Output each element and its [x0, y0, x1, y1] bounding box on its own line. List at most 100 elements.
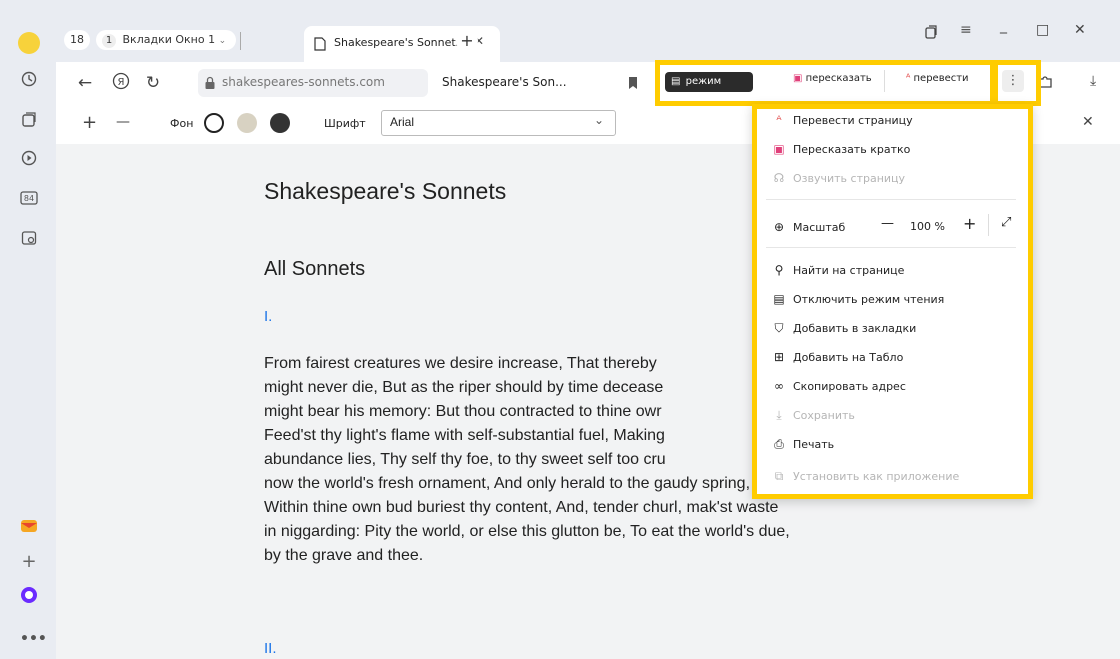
background-label: Фон: [170, 117, 194, 130]
bookmark-icon: ⛉: [774, 321, 784, 335]
background-dark-option[interactable]: [270, 113, 290, 133]
tab-divider: [240, 32, 241, 50]
alice-icon[interactable]: [20, 586, 38, 604]
paragraph-line: Within thine own bud buriest thy content…: [264, 499, 779, 516]
install-app-icon: ⧉: [774, 469, 784, 483]
zoom-value: 100 %: [910, 220, 945, 233]
menu-item-label: Масштаб: [793, 221, 846, 234]
reload-button[interactable]: ↻: [142, 72, 164, 94]
zoom-out-button[interactable]: —: [881, 216, 894, 231]
print-icon: ⎙: [774, 437, 784, 451]
chevron-down-icon: ⌄: [218, 36, 227, 46]
menu-separator: [766, 247, 1016, 248]
collections-icon[interactable]: [20, 112, 38, 130]
new-tab-button[interactable]: +: [456, 30, 478, 52]
menu-item-read-aloud[interactable]: ☊ Озвучить страницу: [772, 169, 905, 187]
reading-mode-icon: ▤: [773, 292, 785, 306]
zoom-divider: [988, 214, 989, 236]
menu-item-label: Установить как приложение: [793, 470, 960, 483]
menu-item-label: Перевести страницу: [793, 114, 913, 127]
menu-item-label: Добавить в закладки: [793, 322, 917, 335]
screenshot-icon[interactable]: [20, 230, 38, 248]
translate-icon: ᴬ: [776, 113, 782, 127]
zoom-in-button[interactable]: +: [963, 214, 976, 233]
paragraph-line: abundance lies, Thy self thy foe, to thy…: [264, 451, 666, 468]
maximize-button[interactable]: □: [1036, 22, 1049, 38]
profile-avatar-icon[interactable]: [18, 32, 40, 54]
headphones-icon: ☊: [773, 171, 785, 185]
tab-group-label: Вкладки Окно 1: [122, 33, 216, 46]
tab-count-badge[interactable]: 18: [64, 30, 90, 50]
sonnet-link[interactable]: II.: [264, 640, 277, 657]
menu-item-label: Добавить на Табло: [793, 351, 904, 364]
close-reader-button[interactable]: ✕: [1082, 114, 1094, 130]
font-label: Шрифт: [324, 117, 366, 130]
tab-bar: 18 1 Вкладки Окно 1 ⌄ Shakespeare's Sonn…: [56, 0, 1120, 62]
tab-group[interactable]: 1 Вкладки Окно 1 ⌄: [96, 30, 236, 50]
play-icon[interactable]: [20, 150, 38, 168]
paragraph-line: might bear his memory: But thou contract…: [264, 403, 662, 420]
address-page-title[interactable]: Shakespeare's Son...: [442, 75, 567, 89]
link-icon: ∞: [774, 379, 784, 393]
omnibox[interactable]: shakespeares-sonnets.com: [198, 69, 428, 97]
menu-icon[interactable]: ≡: [960, 22, 972, 38]
history-icon[interactable]: [20, 71, 38, 89]
menu-item-disable-reading[interactable]: ▤ Отключить режим чтения: [772, 290, 944, 308]
chevron-down-icon: ⌄: [594, 113, 605, 127]
menu-item-save[interactable]: ⤓ Сохранить: [772, 406, 855, 424]
menu-item-install-app[interactable]: ⧉ Установить как приложение: [772, 467, 960, 485]
menu-item-retell[interactable]: ▣ Пересказать кратко: [772, 140, 910, 158]
tab-title: Shakespeare's Sonnets: [334, 36, 462, 49]
menu-item-copy-address[interactable]: ∞ Скопировать адрес: [772, 377, 906, 395]
mail-icon[interactable]: [20, 518, 38, 536]
menu-item-label: Отключить режим чтения: [793, 293, 945, 306]
svg-text:Я: Я: [118, 77, 125, 88]
more-button-highlight-frame: [993, 60, 1041, 106]
lock-icon: [204, 75, 216, 94]
menu-item-label: Скопировать адрес: [793, 380, 906, 393]
article-title: Shakespeare's Sonnets: [264, 178, 507, 204]
sonnet-link[interactable]: I.: [264, 308, 272, 325]
font-size-increase-button[interactable]: +: [82, 112, 97, 133]
menu-item-translate-page[interactable]: ᴬ Перевести страницу: [772, 111, 913, 129]
menu-item-label: Озвучить страницу: [793, 172, 906, 185]
cards-icon[interactable]: 84: [20, 190, 38, 208]
retell-icon: ▣: [773, 142, 785, 156]
menu-item-add-tablo[interactable]: ⊞ Добавить на Табло: [772, 348, 903, 366]
menu-item-label: Пересказать кратко: [793, 143, 911, 156]
paragraph-line: From fairest creatures we desire increas…: [264, 355, 657, 372]
tablo-icon: ⊞: [773, 350, 785, 364]
paragraph-line: now the world's fresh ornament, And only…: [264, 475, 751, 492]
more-icon[interactable]: •••: [20, 630, 47, 648]
paragraph-line: might never die, But as the riper should…: [264, 379, 664, 396]
menu-item-zoom: ⊕ Масштаб: [772, 218, 845, 236]
font-select[interactable]: Arial ⌄: [381, 110, 616, 136]
menu-item-label: Сохранить: [793, 409, 855, 422]
menu-item-add-bookmark[interactable]: ⛉ Добавить в закладки: [772, 319, 916, 337]
back-button[interactable]: ←: [74, 72, 96, 94]
tab-group-badge: 1: [102, 34, 116, 48]
bookmark-icon[interactable]: [628, 75, 638, 94]
zoom-icon: ⊕: [773, 220, 785, 234]
fullscreen-icon[interactable]: ⤢: [1001, 215, 1011, 230]
paragraph-line: in niggarding: Pity the world, or else t…: [264, 523, 790, 540]
background-sepia-option[interactable]: [237, 113, 257, 133]
paragraph-line: by the grave and thee.: [264, 547, 424, 564]
font-select-value: Arial: [390, 115, 415, 129]
search-icon: ⚲: [774, 263, 784, 277]
yandex-icon[interactable]: Я: [110, 72, 132, 94]
address-domain: shakespeares-sonnets.com: [222, 75, 385, 89]
minimize-button[interactable]: _: [1000, 18, 1007, 34]
background-white-option[interactable]: [204, 113, 224, 133]
page-icon: [314, 36, 326, 55]
download-icon[interactable]: ⤓: [1090, 73, 1096, 89]
left-sidebar: 84 + •••: [0, 0, 56, 659]
menu-item-print[interactable]: ⎙ Печать: [772, 435, 834, 453]
menu-item-label: Найти на странице: [793, 264, 905, 277]
tab-switch-icon[interactable]: [924, 24, 938, 44]
toolbar-highlight-frame: [655, 60, 995, 106]
menu-item-find[interactable]: ⚲ Найти на странице: [772, 261, 905, 279]
add-icon[interactable]: +: [20, 553, 38, 571]
close-window-button[interactable]: ✕: [1074, 22, 1086, 38]
font-size-decrease-button[interactable]: —: [116, 114, 130, 130]
